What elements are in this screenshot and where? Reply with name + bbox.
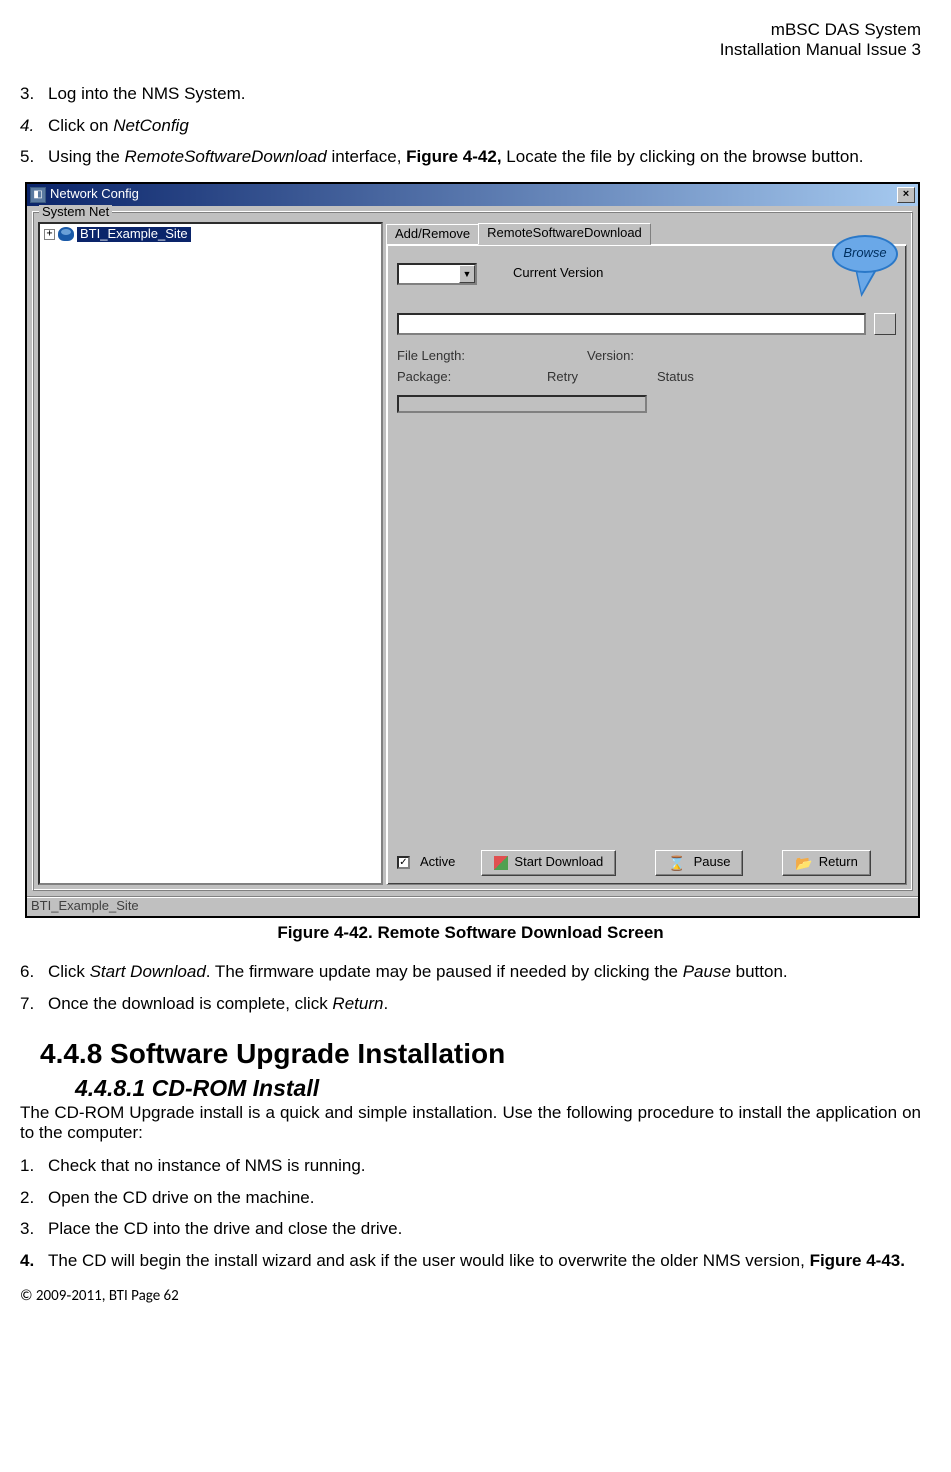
instruction-list-top: 3. Log into the NMS System. 4. Click on … bbox=[20, 84, 921, 167]
step-b2: 2. Open the CD drive on the machine. bbox=[20, 1188, 921, 1208]
step-7: 7. Once the download is complete, click … bbox=[20, 994, 921, 1014]
section-intro: The CD-ROM Upgrade install is a quick an… bbox=[20, 1103, 921, 1142]
progress-bar bbox=[397, 395, 647, 413]
page-footer: © 2009‐2011, BTI Page 62 bbox=[20, 1288, 921, 1305]
pause-button[interactable]: ⌛ Pause bbox=[655, 850, 743, 876]
step-3: 3. Log into the NMS System. bbox=[20, 84, 921, 104]
step-b4: 4. The CD will begin the install wizard … bbox=[20, 1251, 921, 1271]
tree-item-site[interactable]: + BTI_Example_Site bbox=[42, 226, 379, 243]
instruction-list-mid: 6. Click Start Download. The firmware up… bbox=[20, 962, 921, 1013]
active-checkbox[interactable]: ✓ bbox=[397, 856, 410, 869]
step-4: 4. Click on NetConfig bbox=[20, 116, 921, 136]
hourglass-icon: ⌛ bbox=[668, 855, 685, 871]
version-combo[interactable]: ▼ bbox=[397, 263, 477, 285]
chevron-down-icon[interactable]: ▼ bbox=[459, 265, 475, 283]
tree-item-label: BTI_Example_Site bbox=[77, 227, 191, 242]
page-header: mBSC DAS System Installation Manual Issu… bbox=[20, 20, 921, 59]
step-number: 3. bbox=[20, 84, 34, 104]
file-info-row-2: Package: Retry Status bbox=[397, 370, 896, 385]
tab-body: Browse ▼ Current Version bbox=[386, 244, 907, 885]
step-number: 3. bbox=[20, 1219, 34, 1239]
browse-callout-label: Browse bbox=[832, 235, 898, 273]
step-5-part3: Locate the file by clicking on the brows… bbox=[502, 147, 864, 166]
figure-caption: Figure 4-42. Remote Software Download Sc… bbox=[20, 923, 921, 943]
statusbar-text: BTI_Example_Site bbox=[31, 899, 139, 914]
step-number: 6. bbox=[20, 962, 34, 982]
instruction-list-bottom: 1. Check that no instance of NMS is runn… bbox=[20, 1156, 921, 1270]
section-heading: 4.4.8 Software Upgrade Installation bbox=[40, 1038, 921, 1070]
step-5-part2: interface, bbox=[327, 147, 406, 166]
file-length-label: File Length: bbox=[397, 349, 587, 364]
window-titlebar: ◧ Network Config × bbox=[27, 184, 918, 206]
site-icon bbox=[58, 227, 74, 241]
groupbox-label: System Net bbox=[39, 205, 112, 220]
retry-label: Retry bbox=[547, 370, 657, 385]
package-label: Package: bbox=[397, 370, 547, 385]
tab-remote-software-download[interactable]: RemoteSoftwareDownload bbox=[478, 223, 651, 245]
step-5-part1: Using the bbox=[48, 147, 125, 166]
file-info-row-1: File Length: Version: bbox=[397, 349, 896, 364]
step-b1: 1. Check that no instance of NMS is runn… bbox=[20, 1156, 921, 1176]
step-number: 4. bbox=[20, 116, 34, 136]
step-text-prefix: Click on bbox=[48, 116, 113, 135]
window-title: Network Config bbox=[50, 187, 139, 202]
window-client-area: System Net + BTI_Example_Site Add/Remove… bbox=[27, 206, 918, 896]
statusbar: BTI_Example_Site bbox=[27, 896, 918, 916]
step-5: 5. Using the RemoteSoftwareDownload inte… bbox=[20, 147, 921, 167]
current-version-label: Current Version bbox=[513, 266, 603, 281]
return-icon: 📂 bbox=[795, 855, 812, 871]
header-line-1: mBSC DAS System bbox=[20, 20, 921, 40]
version-row: ▼ Current Version bbox=[397, 263, 896, 285]
step-5-italic: RemoteSoftwareDownload bbox=[125, 147, 327, 166]
figure-4-42: ◧ Network Config × System Net + BTI_Exam… bbox=[25, 182, 921, 918]
tab-add-remove[interactable]: Add/Remove bbox=[386, 224, 479, 244]
close-icon[interactable]: × bbox=[897, 187, 915, 203]
version-label: Version: bbox=[587, 349, 634, 364]
system-net-groupbox: System Net + BTI_Example_Site Add/Remove… bbox=[32, 211, 913, 891]
button-bar: ✓ Active Start Download ⌛ Pause bbox=[397, 842, 896, 876]
browse-button[interactable] bbox=[874, 313, 896, 335]
step-text: Log into the NMS System. bbox=[48, 84, 245, 103]
step-b3: 3. Place the CD into the drive and close… bbox=[20, 1219, 921, 1239]
pause-label: Pause bbox=[694, 855, 731, 870]
step-number: 7. bbox=[20, 994, 34, 1014]
right-pane: Add/Remove RemoteSoftwareDownload Browse… bbox=[386, 222, 907, 885]
file-path-row bbox=[397, 313, 896, 335]
return-button[interactable]: 📂 Return bbox=[782, 850, 870, 876]
status-label: Status bbox=[657, 370, 694, 385]
tree-pane[interactable]: + BTI_Example_Site bbox=[38, 222, 383, 885]
step-number: 1. bbox=[20, 1156, 34, 1176]
browse-callout: Browse bbox=[832, 235, 898, 285]
step-number: 5. bbox=[20, 147, 34, 167]
tab-strip: Add/Remove RemoteSoftwareDownload bbox=[386, 222, 907, 244]
return-label: Return bbox=[819, 855, 858, 870]
file-path-input[interactable] bbox=[397, 313, 866, 335]
window-icon: ◧ bbox=[30, 187, 46, 203]
step-6: 6. Click Start Download. The firmware up… bbox=[20, 962, 921, 982]
start-download-label: Start Download bbox=[514, 855, 603, 870]
step-text-italic: NetConfig bbox=[113, 116, 189, 135]
expand-icon[interactable]: + bbox=[44, 229, 55, 240]
subsection-heading: 4.4.8.1 CD-ROM Install bbox=[75, 1075, 921, 1101]
step-number: 4. bbox=[20, 1251, 34, 1271]
step-number: 2. bbox=[20, 1188, 34, 1208]
start-download-icon bbox=[494, 856, 508, 870]
start-download-button[interactable]: Start Download bbox=[481, 850, 616, 876]
network-config-window: ◧ Network Config × System Net + BTI_Exam… bbox=[25, 182, 920, 918]
active-label: Active bbox=[420, 855, 455, 870]
header-line-2: Installation Manual Issue 3 bbox=[20, 40, 921, 60]
step-5-bold: Figure 4-42, bbox=[406, 147, 501, 166]
